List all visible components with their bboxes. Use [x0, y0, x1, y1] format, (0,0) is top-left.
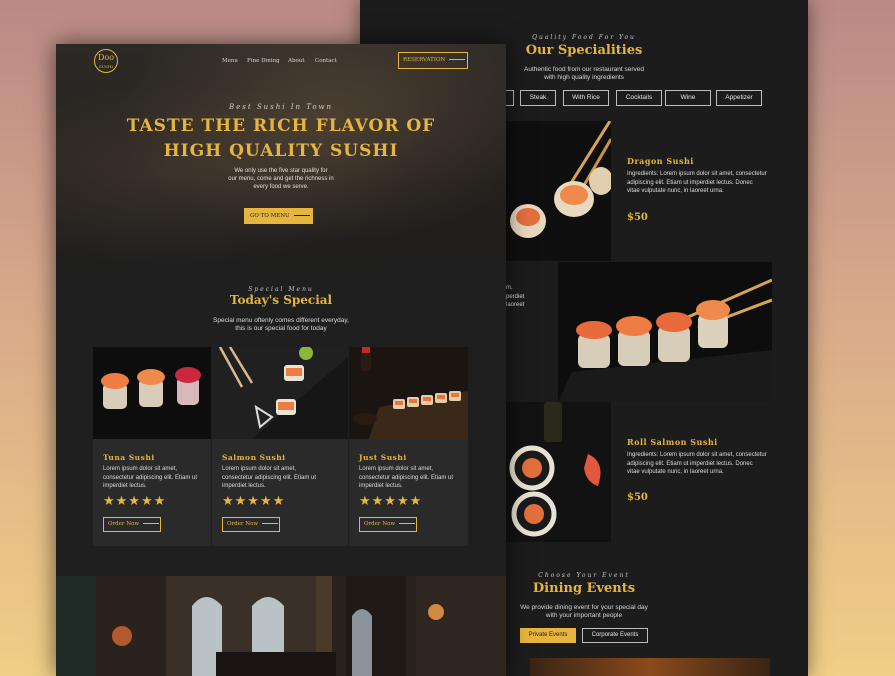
hero-text-2: our menu, come and get the richness in: [228, 176, 334, 182]
dragon-sushi-photo: [506, 121, 611, 261]
hero-text-1: We only use the five star quality for: [234, 168, 328, 174]
card-desc: Lorem ipsum dolor sit amet, consectetur …: [103, 466, 198, 489]
nav-about[interactable]: About: [288, 58, 305, 64]
dish-title-roll-salmon: Roll Salmon Sushi: [627, 437, 718, 447]
card-title: Just Sushi: [359, 453, 407, 462]
salmon-sushi-photo: [212, 347, 348, 439]
dish-price-dragon: $50: [627, 212, 648, 223]
arrow-line-icon: [449, 59, 466, 60]
home-page: Doo SUSHI Menu Fine Dining About Contact…: [56, 44, 506, 676]
specialities-eyebrow: Quality Food For You: [532, 34, 636, 41]
hero-title-1: TASTE THE RICH FLAVOR OF: [126, 116, 436, 136]
card-title: Salmon Sushi: [222, 453, 286, 462]
order-now-label: Order Now: [227, 521, 259, 527]
partial-line-1: m,: [506, 285, 513, 291]
go-to-menu-label: GO TO MENU: [250, 213, 290, 219]
reservation-label: RESERVATION: [403, 57, 446, 63]
nav-contact[interactable]: Contact: [315, 58, 337, 64]
corporate-events-button[interactable]: Corporate Events: [582, 628, 648, 643]
tab-appetizer[interactable]: Appetizer: [716, 90, 762, 106]
sushi-platter-photo: [558, 262, 772, 402]
dish-price-roll-salmon: $50: [627, 492, 648, 503]
special-text-2: this is our special food for today: [235, 325, 327, 332]
tab-wine[interactable]: Wine: [665, 90, 711, 106]
arrow-line-icon: [293, 215, 310, 216]
partial-line-2: perdiet: [506, 293, 525, 300]
dish-title-dragon: Dragon Sushi: [627, 156, 694, 166]
special-eyebrow: Special Menu: [248, 286, 314, 293]
star-rating-icon: ★★★★★: [359, 493, 423, 508]
card-desc: Lorem ipsum dolor sit amet, consectetur …: [359, 466, 454, 489]
special-title: Today's Special: [229, 293, 333, 307]
partial-desc: m, perdiet laoreet: [506, 284, 524, 310]
order-now-label: Order Now: [364, 521, 396, 527]
hero-section: Doo SUSHI Menu Fine Dining About Contact…: [56, 44, 506, 279]
hero-eyebrow: Best Sushi In Town: [228, 103, 334, 111]
logo[interactable]: Doo SUSHI: [94, 49, 118, 73]
arrow-line-icon: [143, 523, 160, 524]
reservation-button[interactable]: RESERVATION: [398, 52, 468, 69]
order-now-label: Order Now: [108, 521, 140, 527]
dish-desc-roll-salmon: Ingredients: Lorem ipsum dolor sit amet,…: [627, 452, 767, 475]
hero-title-2: HIGH QUALITY SUSHI: [163, 141, 399, 161]
hero-text-3: every food we serve.: [253, 184, 309, 190]
special-text-1: Special menu oftenly comes different eve…: [213, 317, 349, 324]
tab-steak[interactable]: Steak: [520, 90, 556, 106]
tuna-sushi-photo: [93, 347, 211, 439]
tab-cocktails[interactable]: Cocktails: [616, 90, 662, 106]
order-now-button[interactable]: Order Now: [359, 517, 417, 532]
arrow-line-icon: [262, 523, 279, 524]
logo-text: Doo: [97, 53, 115, 62]
private-events-button[interactable]: Private Events: [520, 628, 576, 643]
special-card-salmon: Salmon Sushi Lorem ipsum dolor sit amet,…: [212, 347, 348, 546]
nav-menu[interactable]: Menu: [222, 58, 238, 64]
card-title: Tuna Sushi: [103, 453, 155, 462]
card-desc: Lorem ipsum dolor sit amet, consectetur …: [222, 466, 317, 489]
star-rating-icon: ★★★★★: [222, 493, 286, 508]
nav-fine-dining[interactable]: Fine Dining: [247, 58, 280, 64]
arrow-line-icon: [399, 523, 416, 524]
partial-line-3: laoreet: [506, 302, 525, 308]
just-sushi-photo: [349, 347, 468, 439]
roll-salmon-photo: [506, 402, 611, 542]
special-card-just-sushi: Just Sushi Lorem ipsum dolor sit amet, c…: [349, 347, 468, 546]
restaurant-interior-photo: [56, 576, 506, 676]
tab-with-rice[interactable]: With Rice: [563, 90, 609, 106]
star-rating-icon: ★★★★★: [103, 493, 167, 508]
dish-desc-dragon: Ingredients: Lorem ipsum dolor sit amet,…: [627, 171, 767, 194]
go-to-menu-button[interactable]: GO TO MENU: [244, 208, 313, 224]
order-now-button[interactable]: Order Now: [103, 517, 161, 532]
logo-sub: SUSHI: [99, 64, 113, 69]
special-card-tuna: Tuna Sushi Lorem ipsum dolor sit amet, c…: [93, 347, 211, 546]
order-now-button[interactable]: Order Now: [222, 517, 280, 532]
events-photo-strip: [530, 658, 770, 676]
